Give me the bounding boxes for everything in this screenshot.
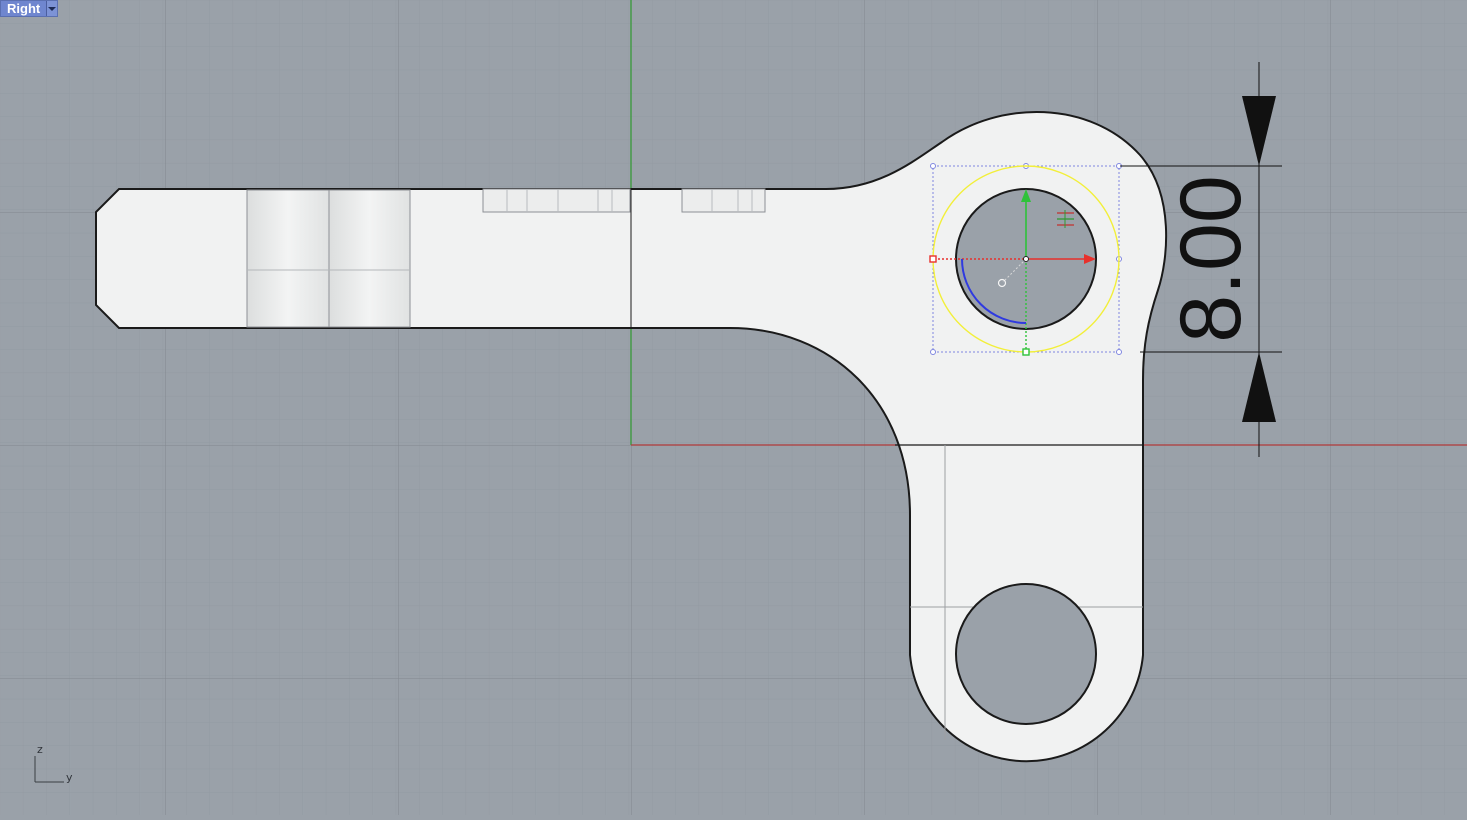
viewport-title[interactable]: Right — [1, 1, 47, 16]
notch-b — [681, 188, 766, 213]
slot-feature-left — [246, 189, 330, 328]
viewport-title-tab[interactable]: Right — [0, 0, 59, 17]
bbox-grip-bl[interactable] — [930, 349, 936, 355]
slot-feature-right — [328, 189, 411, 328]
chevron-down-icon[interactable] — [46, 1, 58, 16]
gumball-x-scale-handle[interactable] — [929, 255, 937, 263]
notch-a — [482, 188, 631, 213]
axis-label-y: y — [66, 771, 73, 784]
dimension-text[interactable]: 8.00 — [1163, 175, 1259, 342]
bbox-grip-tl[interactable] — [930, 163, 936, 169]
gumball-menu-icon[interactable] — [1057, 210, 1074, 228]
viewport-canvas[interactable]: 8.00 z y — [0, 0, 1467, 815]
viewport-right[interactable]: 8.00 z y Right — [0, 0, 1467, 815]
bbox-grip-br[interactable] — [1116, 349, 1122, 355]
gumball-center[interactable] — [1023, 256, 1029, 262]
lower-hole[interactable] — [955, 583, 1097, 725]
axis-label-z: z — [37, 743, 43, 756]
gumball-y-scale-handle[interactable] — [1022, 348, 1030, 356]
